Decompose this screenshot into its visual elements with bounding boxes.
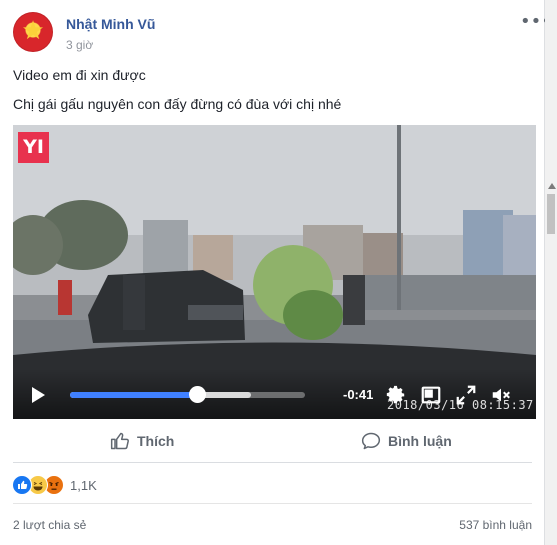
comment-label: Bình luận <box>388 433 452 449</box>
avatar[interactable]: ★ <box>13 12 53 52</box>
star-icon: ★ <box>21 16 45 46</box>
divider <box>13 503 532 504</box>
comment-button[interactable]: Bình luận <box>361 431 452 451</box>
fullscreen-icon[interactable] <box>455 384 477 406</box>
time-remaining: -0:41 <box>343 387 374 402</box>
scrollbar[interactable] <box>545 0 557 545</box>
scroll-up-arrow-icon[interactable] <box>548 183 556 189</box>
picture-in-picture-icon[interactable] <box>420 384 442 406</box>
video-player[interactable]: YI 2018/03/16 08:15:37 -0:41 <box>13 125 536 419</box>
scrollbar-thumb[interactable] <box>547 194 555 234</box>
progress-knob[interactable] <box>189 386 206 403</box>
post-time[interactable]: 3 giờ <box>66 38 93 52</box>
author-name[interactable]: Nhật Minh Vũ <box>66 16 155 32</box>
like-label: Thích <box>137 433 175 449</box>
reaction-count[interactable]: 1,1K <box>70 478 97 493</box>
post-text-line-1: Video em đi xin được <box>13 67 146 83</box>
like-button[interactable]: Thích <box>110 431 174 451</box>
post-text-line-2: Chị gái gấu nguyên con đấy đừng có đùa v… <box>13 96 342 112</box>
divider <box>13 462 532 463</box>
comment-bubble-icon <box>361 432 381 450</box>
comment-count[interactable]: 537 bình luận <box>459 518 532 532</box>
like-reaction-icon <box>12 475 32 495</box>
volume-muted-icon[interactable] <box>490 384 512 406</box>
thumbs-up-icon <box>110 432 129 450</box>
progress-played <box>70 392 197 398</box>
yi-logo: YI <box>18 132 49 163</box>
share-count[interactable]: 2 lượt chia sẻ <box>13 518 86 532</box>
play-icon[interactable] <box>32 387 45 403</box>
settings-gear-icon[interactable] <box>385 384 407 406</box>
post-card: ★ Nhật Minh Vũ 3 giờ ••• Video em đi xin… <box>0 0 552 545</box>
